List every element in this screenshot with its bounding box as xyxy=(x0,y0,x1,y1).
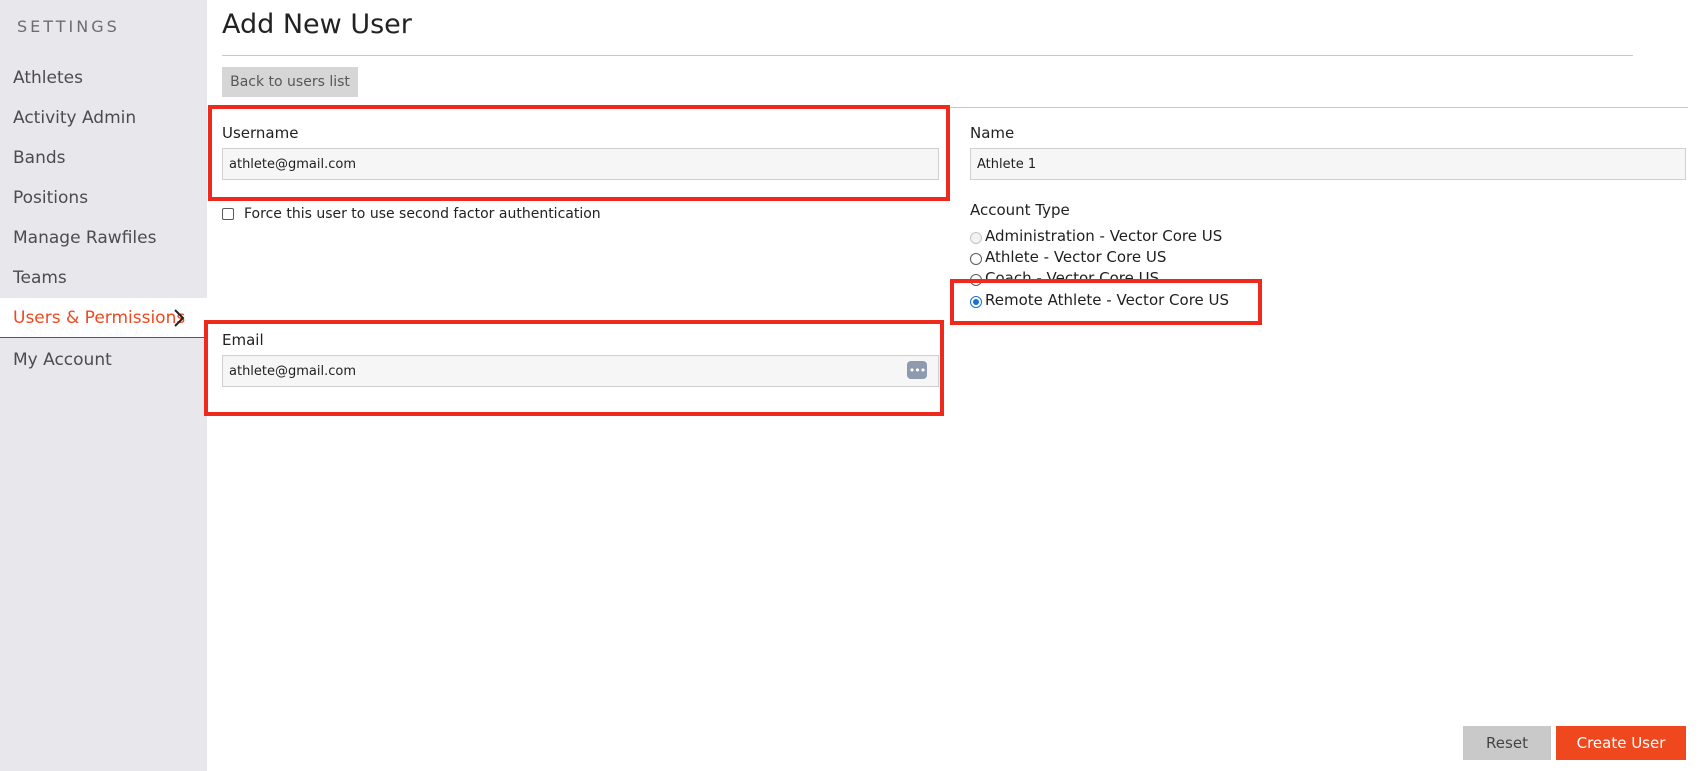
radio-button xyxy=(970,232,982,244)
two-factor-row[interactable]: Force this user to use second factor aut… xyxy=(222,206,601,222)
sidebar-item-my-account[interactable]: My Account xyxy=(0,340,207,380)
back-to-users-button[interactable]: Back to users list xyxy=(222,67,358,97)
sidebar-title: SETTINGS xyxy=(17,17,120,36)
divider xyxy=(222,55,1633,56)
settings-sidebar: SETTINGS Athletes Activity Admin Bands P… xyxy=(0,0,207,771)
sidebar-item-teams[interactable]: Teams xyxy=(0,258,207,298)
radio-label: Administration - Vector Core US xyxy=(985,227,1223,245)
two-factor-checkbox[interactable] xyxy=(222,208,234,220)
sidebar-item-label: Activity Admin xyxy=(13,108,137,128)
page-title: Add New User xyxy=(222,9,412,40)
username-input[interactable] xyxy=(222,148,939,180)
sidebar-item-bands[interactable]: Bands xyxy=(0,138,207,178)
sidebar-item-users-permissions[interactable]: Users & Permissions xyxy=(0,298,207,338)
sidebar-item-label: Bands xyxy=(13,148,66,168)
sidebar-item-label: My Account xyxy=(13,350,112,370)
email-input[interactable] xyxy=(222,355,939,387)
two-factor-label: Force this user to use second factor aut… xyxy=(244,206,601,222)
email-label: Email xyxy=(222,331,264,349)
account-type-option-remote-athlete[interactable]: Remote Athlete - Vector Core US xyxy=(970,290,1230,310)
sidebar-item-label: Athletes xyxy=(13,68,83,88)
reset-button[interactable]: Reset xyxy=(1463,726,1551,760)
sidebar-item-label: Teams xyxy=(13,268,67,288)
sidebar-item-label: Positions xyxy=(13,188,89,208)
create-user-button[interactable]: Create User xyxy=(1556,726,1686,760)
radio-label: Athlete - Vector Core US xyxy=(985,248,1167,266)
sidebar-item-positions[interactable]: Positions xyxy=(0,178,207,218)
account-type-option-coach[interactable]: Coach - Vector Core US xyxy=(970,268,1159,288)
username-label: Username xyxy=(222,124,299,142)
sidebar-item-label: Users & Permissions xyxy=(13,307,186,328)
account-type-option-administration: Administration - Vector Core US xyxy=(970,226,1222,246)
sidebar-item-athletes[interactable]: Athletes xyxy=(0,58,207,98)
sidebar-item-activity-admin[interactable]: Activity Admin xyxy=(0,98,207,138)
name-label: Name xyxy=(970,124,1015,142)
radio-button[interactable] xyxy=(970,274,982,286)
radio-label: Coach - Vector Core US xyxy=(985,269,1160,287)
divider xyxy=(208,107,1688,108)
radio-button[interactable] xyxy=(970,296,982,308)
chevron-right-icon xyxy=(174,309,185,327)
password-manager-icon[interactable]: ••• xyxy=(907,361,927,379)
sidebar-item-label: Manage Rawfiles xyxy=(13,228,157,248)
sidebar-item-manage-rawfiles[interactable]: Manage Rawfiles xyxy=(0,218,207,258)
account-type-option-athlete[interactable]: Athlete - Vector Core US xyxy=(970,247,1166,267)
name-input[interactable] xyxy=(970,148,1686,180)
radio-label: Remote Athlete - Vector Core US xyxy=(985,291,1230,309)
account-type-label: Account Type xyxy=(970,201,1070,219)
radio-button[interactable] xyxy=(970,253,982,265)
